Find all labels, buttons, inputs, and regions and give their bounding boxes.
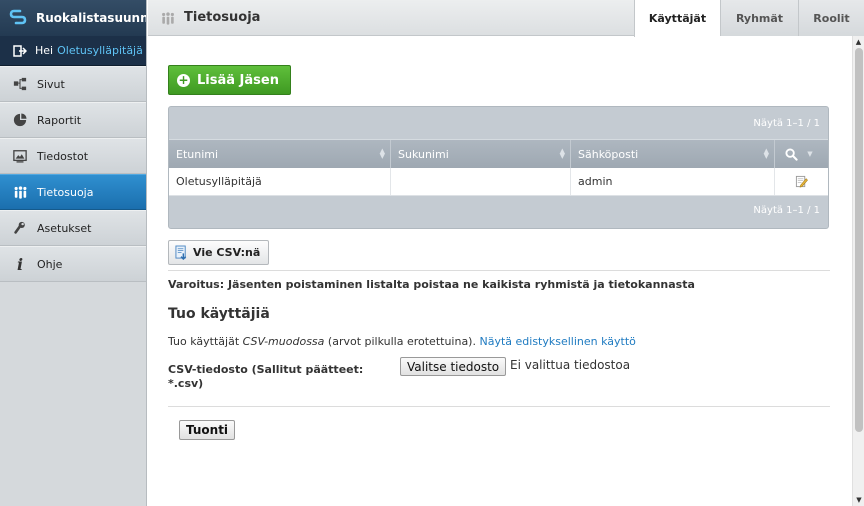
table-row[interactable]: Oletusylläpitäjä admin — [169, 168, 828, 196]
file-status-text: Ei valittua tiedostoa — [510, 358, 631, 372]
sidebar-item-label: Tiedostot — [37, 149, 89, 163]
delete-warning: Varoitus: Jäsenten poistaminen listalta … — [168, 278, 695, 291]
chevron-down-icon[interactable]: ▼ — [807, 150, 812, 158]
tab-roolit[interactable]: Roolit — [798, 0, 864, 36]
page-title-text: Tietosuoja — [184, 10, 261, 25]
csv-file-label: CSV-tiedosto (Sallitut päätteet: *.csv) — [168, 363, 364, 390]
app-name: Ruokalistasuunni — [36, 11, 146, 25]
sidebar-item-asetukset[interactable]: Asetukset — [0, 210, 146, 246]
cell-email: admin — [571, 168, 775, 195]
pager-top: Näytä 1–1 / 1 — [753, 117, 820, 129]
sort-icon: ▲ ▼ — [559, 147, 565, 160]
wrench-icon — [12, 220, 28, 236]
advanced-usage-link[interactable]: Näytä edistyksellinen käyttö — [479, 335, 635, 348]
sidebar-item-label: Tietosuoja — [37, 185, 94, 199]
sort-icon: ▲ ▼ — [379, 147, 385, 160]
sidebar-item-raportit[interactable]: Raportit — [0, 102, 146, 138]
page-title: Tietosuoja — [148, 10, 260, 25]
import-section-title: Tuo käyttäjiä — [168, 306, 270, 322]
sidebar: Ruokalistasuunni Hei Oletusylläpitäjä Si… — [0, 0, 147, 506]
add-member-label: Lisää Jäsen — [197, 72, 279, 88]
scroll-up-icon[interactable]: ▲ — [853, 36, 864, 48]
app-brand[interactable]: Ruokalistasuunni — [0, 0, 146, 36]
user-name-link[interactable]: Oletusylläpitäjä — [57, 44, 143, 57]
sidebar-item-ohje[interactable]: i Ohje — [0, 246, 146, 282]
info-icon: i — [16, 254, 24, 274]
divider — [168, 406, 830, 407]
members-table: Näytä 1–1 / 1 Etunimi ▲ ▼ Sukunimi ▲ ▼ Säh… — [168, 106, 829, 229]
cell-first-name: Oletusylläpitäjä — [169, 168, 391, 195]
scroll-down-icon[interactable]: ▼ — [853, 494, 864, 506]
scroll-thumb[interactable] — [855, 48, 863, 432]
sidebar-item-label: Sivut — [37, 77, 65, 91]
column-header-etunimi[interactable]: Etunimi ▲ ▼ — [169, 140, 391, 168]
column-header-sahkoposti[interactable]: Sähköposti ▲ ▼ — [571, 140, 775, 168]
export-csv-button[interactable]: Vie CSV:nä — [168, 240, 269, 265]
vertical-scrollbar[interactable]: ▲ ▼ — [852, 36, 864, 506]
logout-icon — [13, 44, 27, 57]
divider — [168, 270, 830, 271]
tab-ryhmat[interactable]: Ryhmät — [720, 0, 798, 36]
sidebar-item-label: Raportit — [37, 113, 82, 127]
export-icon — [175, 245, 187, 260]
pager-bottom: Näytä 1–1 / 1 — [753, 204, 820, 216]
tab-kayttajat[interactable]: Käyttäjät — [634, 0, 720, 37]
import-submit-button[interactable]: Tuonti — [179, 420, 236, 440]
logo-icon — [9, 9, 27, 25]
plus-icon: + — [177, 72, 190, 87]
greeting-text: Hei — [35, 44, 54, 57]
image-icon — [12, 148, 28, 164]
cell-last-name — [391, 168, 571, 195]
sidebar-item-sivut[interactable]: Sivut — [0, 66, 146, 102]
people-icon — [162, 11, 174, 25]
people-icon — [12, 184, 28, 200]
edit-icon[interactable] — [795, 175, 808, 188]
sitemap-icon — [12, 76, 28, 92]
sidebar-item-label: Ohje — [37, 257, 63, 271]
sidebar-item-tiedostot[interactable]: Tiedostot — [0, 138, 146, 174]
header-bar: Tietosuoja Käyttäjät Ryhmät Roolit — [148, 0, 864, 37]
column-header-sukunimi[interactable]: Sukunimi ▲ ▼ — [391, 140, 571, 168]
tab-bar: Käyttäjät Ryhmät Roolit — [634, 0, 864, 37]
sidebar-item-tietosuoja[interactable]: Tietosuoja — [0, 174, 146, 210]
pie-chart-icon — [12, 112, 28, 128]
add-member-button[interactable]: + Lisää Jäsen — [168, 65, 291, 95]
sort-icon: ▲ ▼ — [763, 147, 769, 160]
user-greeting[interactable]: Hei Oletusylläpitäjä — [0, 36, 146, 66]
export-csv-label: Vie CSV:nä — [193, 246, 261, 259]
sidebar-item-label: Asetukset — [37, 221, 92, 235]
import-description: Tuo käyttäjät CSV-muodossa (arvot pilkul… — [168, 335, 636, 348]
choose-file-button[interactable]: Valitse tiedosto — [400, 357, 507, 376]
cell-actions — [775, 168, 828, 195]
column-header-search[interactable]: ▼ — [775, 140, 828, 168]
table-header: Etunimi ▲ ▼ Sukunimi ▲ ▼ Sähköposti ▲ ▼ ▼ — [169, 139, 828, 168]
search-icon[interactable] — [785, 147, 798, 161]
